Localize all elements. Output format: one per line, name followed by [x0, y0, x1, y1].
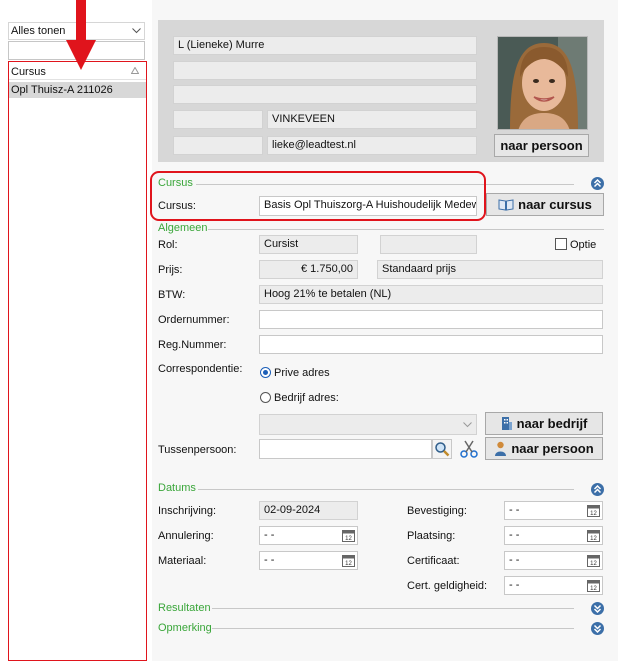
- regnummer-label: Reg.Nummer:: [158, 339, 227, 351]
- btw-label: BTW:: [158, 289, 186, 301]
- svg-text:12: 12: [590, 561, 597, 567]
- to-company-button[interactable]: naar bedrijf: [485, 412, 603, 435]
- svg-text:12: 12: [590, 586, 597, 592]
- person-header: L (Lieneke) Murre VINKEVEEN lieke@leadte…: [158, 20, 604, 162]
- sort-arrow-icon: [131, 67, 139, 74]
- person-line3-field[interactable]: [173, 85, 477, 104]
- to-intermediary-button[interactable]: naar persoon: [485, 437, 603, 460]
- to-person-button[interactable]: naar persoon: [494, 134, 589, 157]
- expand-chevron-icon[interactable]: [591, 622, 604, 635]
- algemeen-section-title: Algemeen: [158, 222, 208, 234]
- svg-text:12: 12: [590, 536, 597, 542]
- bevestiging-label: Bevestiging:: [407, 505, 467, 517]
- bedrijf-radio[interactable]: [260, 392, 271, 403]
- certgeldig-label: Cert. geldigheid:: [407, 580, 488, 592]
- prive-radio[interactable]: [260, 367, 271, 378]
- btw-field[interactable]: Hoog 21% te betalen (NL): [259, 285, 603, 304]
- materiaal-field[interactable]: - - 12: [259, 551, 358, 570]
- list-item[interactable]: Opl Thuisz-A 211026: [9, 82, 146, 98]
- rol-label: Rol:: [158, 239, 178, 251]
- tussenpersoon-field[interactable]: [259, 439, 432, 459]
- calendar-icon[interactable]: 12: [342, 554, 355, 567]
- calendar-icon[interactable]: 12: [587, 579, 600, 592]
- column-header-label: Cursus: [11, 66, 46, 78]
- prijs-type-field[interactable]: Standaard prijs: [377, 260, 603, 279]
- highlight-box: [150, 171, 486, 221]
- scissors-icon[interactable]: [459, 439, 479, 459]
- regnummer-field[interactable]: [259, 335, 603, 354]
- ordernummer-label: Ordernummer:: [158, 314, 230, 326]
- opmerking-section-divider: [212, 628, 574, 629]
- course-list: Cursus Opl Thuisz-A 211026: [8, 61, 147, 661]
- avatar: [497, 36, 588, 130]
- sidebar: Alles tonen Cursus Opl Thuisz-A 211026: [0, 0, 150, 661]
- certificaat-label: Certificaat:: [407, 555, 460, 567]
- annotation-arrow: [66, 0, 96, 70]
- building-icon: [501, 417, 512, 430]
- svg-text:12: 12: [345, 561, 352, 567]
- datums-section-divider: [198, 489, 574, 490]
- svg-text:12: 12: [590, 511, 597, 517]
- rol-field[interactable]: Cursist: [259, 235, 358, 254]
- plaatsing-field[interactable]: - - 12: [504, 526, 603, 545]
- certgeldig-field[interactable]: - - 12: [504, 576, 603, 595]
- bedrijf-dropdown[interactable]: [259, 414, 477, 435]
- tussenpersoon-label: Tussenpersoon:: [158, 444, 237, 456]
- to-course-button[interactable]: naar cursus: [486, 193, 604, 216]
- list-item-label: Opl Thuisz-A 211026: [11, 84, 113, 96]
- bevestiging-field[interactable]: - - 12: [504, 501, 603, 520]
- optie-checkbox[interactable]: [555, 238, 567, 250]
- optie-label: Optie: [570, 239, 597, 251]
- prijs-label: Prijs:: [158, 264, 183, 276]
- resultaten-section-divider: [212, 608, 574, 609]
- collapse-chevron-icon[interactable]: [591, 483, 604, 496]
- chevron-down-icon: [463, 422, 472, 428]
- expand-chevron-icon[interactable]: [591, 602, 604, 615]
- inschrijving-label: Inschrijving:: [158, 505, 217, 517]
- filter-dropdown-value: Alles tonen: [11, 25, 66, 37]
- bedrijf-label: Bedrijf adres:: [274, 392, 339, 404]
- annulering-field[interactable]: - - 12: [259, 526, 358, 545]
- calendar-icon[interactable]: 12: [587, 554, 600, 567]
- person-phone-field[interactable]: [173, 136, 263, 155]
- calendar-icon[interactable]: 12: [587, 504, 600, 517]
- person-name-field[interactable]: L (Lieneke) Murre: [173, 36, 477, 55]
- avatar-portrait: [498, 37, 587, 129]
- opmerking-section-title: Opmerking: [158, 622, 212, 634]
- plaatsing-label: Plaatsing:: [407, 530, 456, 542]
- person-city-field[interactable]: VINKEVEEN: [267, 110, 477, 129]
- datums-section-title: Datums: [158, 482, 196, 494]
- person-icon: [495, 441, 507, 456]
- svg-text:12: 12: [345, 536, 352, 542]
- annulering-label: Annulering:: [158, 530, 214, 542]
- prive-label: Prive adres: [274, 367, 330, 379]
- algemeen-section-divider: [208, 229, 604, 230]
- search-icon[interactable]: [432, 439, 452, 459]
- certificaat-field[interactable]: - - 12: [504, 551, 603, 570]
- person-line2-field[interactable]: [173, 61, 477, 80]
- prive-radio-dot: [263, 370, 268, 375]
- chevron-down-icon: [132, 28, 141, 34]
- person-postcode-field[interactable]: [173, 110, 263, 129]
- correspondentie-label: Correspondentie:: [158, 363, 243, 375]
- materiaal-label: Materiaal:: [158, 555, 207, 567]
- prijs-field[interactable]: € 1.750,00: [259, 260, 358, 279]
- rol-extra-field[interactable]: [380, 235, 477, 254]
- person-email-field[interactable]: lieke@leadtest.nl: [267, 136, 477, 155]
- book-icon: [498, 199, 514, 211]
- inschrijving-field[interactable]: 02-09-2024: [259, 501, 358, 520]
- ordernummer-field[interactable]: [259, 310, 603, 329]
- resultaten-section-title: Resultaten: [158, 602, 211, 614]
- calendar-icon[interactable]: 12: [342, 529, 355, 542]
- collapse-chevron-icon[interactable]: [591, 177, 604, 190]
- calendar-icon[interactable]: 12: [587, 529, 600, 542]
